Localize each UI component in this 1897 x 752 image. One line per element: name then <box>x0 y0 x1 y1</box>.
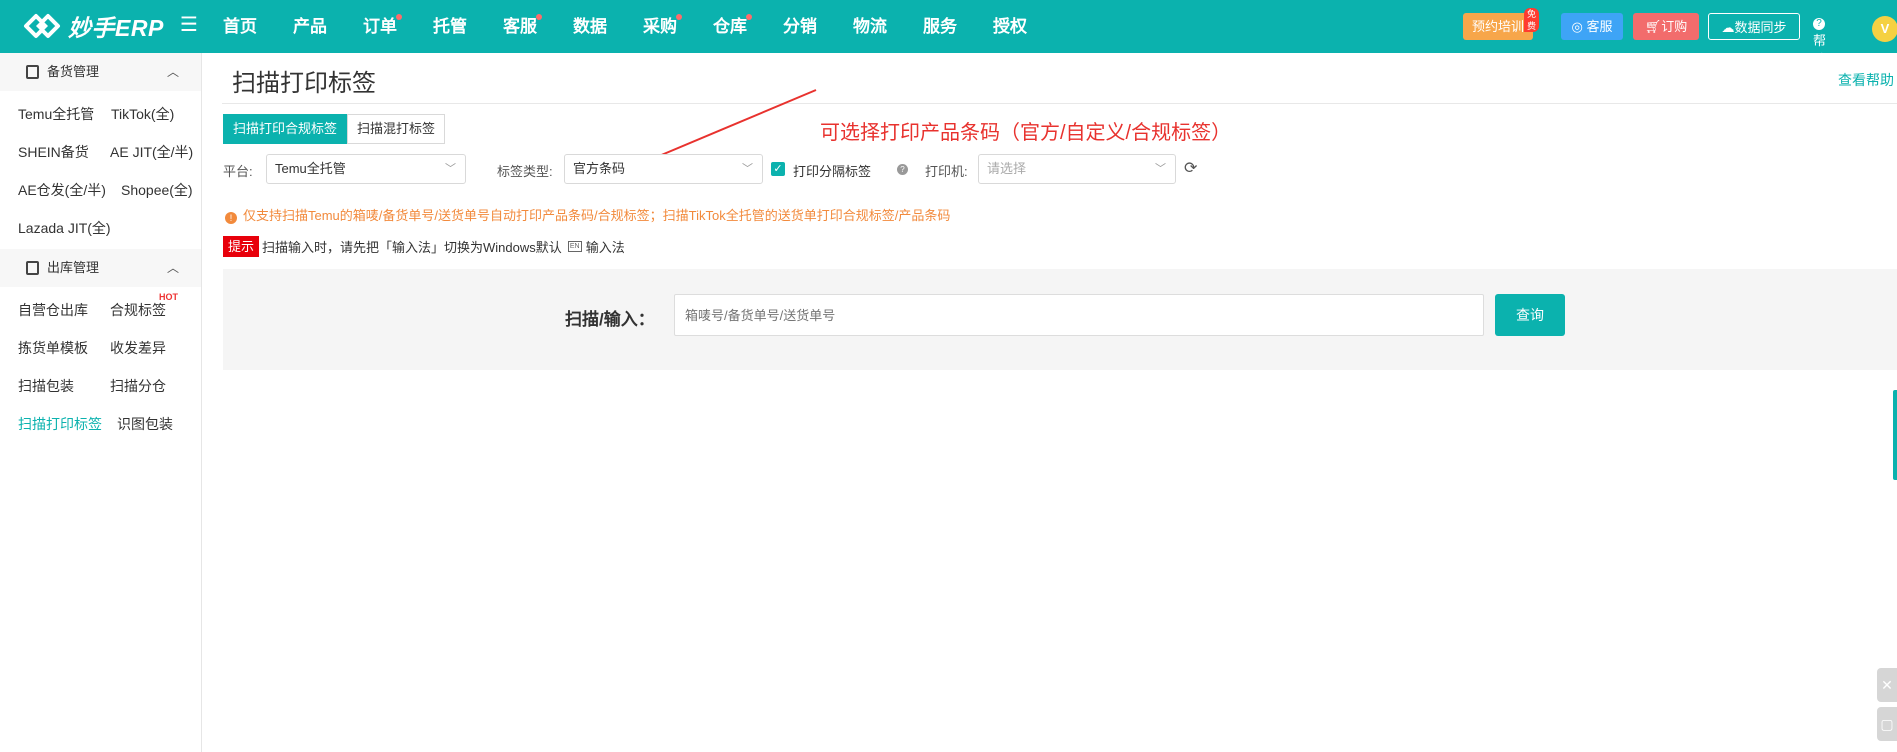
filter-bar: 平台: Temu全托管 ﹀ 标签类型: 官方条码 ﹀ ✓ 打印分隔标签 ? 打印… <box>223 154 1223 184</box>
chevron-down-icon: ﹀ <box>445 163 456 175</box>
nav-distribution[interactable]: 分销 <box>765 0 835 53</box>
nav-purchase[interactable]: 采购 <box>625 0 695 53</box>
printer-select[interactable]: 请选择 ﹀ <box>978 154 1176 184</box>
nav-hosting[interactable]: 托管 <box>415 0 485 53</box>
notification-dot <box>396 14 402 20</box>
window-icon[interactable]: ▢ <box>1877 707 1897 741</box>
tab-bar: 扫描打印合规标签 扫描混打标签 <box>223 114 446 144</box>
question-icon: ? <box>1813 18 1825 30</box>
print-separator-checkbox[interactable]: ✓ <box>771 162 785 176</box>
keyboard-icon: EN <box>567 241 582 252</box>
sidebar-item-scan-sort[interactable]: 扫描分仓 <box>110 376 166 396</box>
query-button[interactable]: 查询 <box>1495 294 1565 336</box>
scan-label: 扫描/输入： <box>565 310 655 329</box>
avatar[interactable]: V <box>1872 16 1897 42</box>
notification-dot <box>536 14 542 20</box>
sidebar-group-outbound[interactable]: 出库管理 ︿ <box>0 249 201 287</box>
logo-icon <box>24 14 60 38</box>
nav-order[interactable]: 订单 <box>345 0 415 53</box>
sidebar-item-lazada[interactable]: Lazada JIT(全) <box>18 218 111 238</box>
sidebar-item-picklist-template[interactable]: 拣货单模板 <box>18 338 88 358</box>
sidebar-item-ae-warehouse[interactable]: AE仓发(全/半) <box>18 180 106 200</box>
print-separator-label: 打印分隔标签 <box>793 164 872 179</box>
main-content: 扫描打印标签 查看帮助 扫描打印合规标签 扫描混打标签 可选择打印产品条码（官方… <box>202 53 1897 752</box>
sidebar-item-discrepancy[interactable]: 收发差异 <box>110 338 166 358</box>
service-button[interactable]: ◎ 客服 <box>1561 13 1623 40</box>
nav-home[interactable]: 首页 <box>205 0 275 53</box>
label-type-select[interactable]: 官方条码 ﹀ <box>564 154 763 184</box>
sidebar-item-temu[interactable]: Temu全托管 <box>18 104 94 124</box>
data-sync-button[interactable]: ☁数据同步 <box>1708 13 1800 40</box>
sidebar-item-image-pack[interactable]: 识图包装 <box>117 414 173 434</box>
subscribe-button[interactable]: 🛒︎订购 <box>1633 13 1699 40</box>
top-navbar: 妙手ERP ☰ 首页 产品 订单 托管 客服 数据 采购 仓库 分销 物流 服务… <box>0 0 1897 67</box>
tip-badge: 提示 <box>223 236 260 257</box>
warning-message: ! 仅支持扫描Temu的箱唛/备货单号/送货单号自动打印产品条码/合规标签；扫描T… <box>225 205 950 224</box>
hot-badge: HOT <box>159 292 178 302</box>
free-badge: 免费 <box>1524 8 1540 32</box>
platform-select[interactable]: Temu全托管 ﹀ <box>266 154 466 184</box>
side-drawer-handle[interactable] <box>1893 390 1897 480</box>
sidebar-item-shopee[interactable]: Shopee(全) <box>121 180 193 200</box>
tab-mixed-label[interactable]: 扫描混打标签 <box>347 114 446 144</box>
nav-warehouse[interactable]: 仓库 <box>695 0 765 53</box>
refresh-icon[interactable]: ⟳ <box>1184 158 1197 178</box>
nav-product[interactable]: 产品 <box>275 0 345 53</box>
nav-services[interactable]: 服务 <box>905 0 975 53</box>
label-type-label: 标签类型: <box>497 164 553 179</box>
platform-label: 平台: <box>223 164 253 179</box>
headset-icon: ◎ <box>1571 19 1583 34</box>
warning-icon: ! <box>225 212 237 224</box>
menu-toggle-icon[interactable]: ☰ <box>180 15 198 35</box>
sidebar-item-shein[interactable]: SHEIN备货 <box>18 142 89 162</box>
notification-dot <box>746 14 752 20</box>
cart-icon: 🛒︎ <box>1644 19 1662 34</box>
notification-dot <box>676 14 682 20</box>
book-training-button[interactable]: 预约培训 免费 <box>1463 8 1540 40</box>
chevron-down-icon: ﹀ <box>742 163 753 175</box>
chevron-down-icon: ﹀ <box>1155 163 1166 175</box>
tab-compliance-label[interactable]: 扫描打印合规标签 <box>223 114 348 144</box>
sidebar: 备货管理 ︿ Temu全托管 TikTok(全) SHEIN备货 AE JIT(… <box>0 53 202 752</box>
scan-input[interactable] <box>674 294 1484 336</box>
nav-authorization[interactable]: 授权 <box>975 0 1045 53</box>
nav-logistics[interactable]: 物流 <box>835 0 905 53</box>
sidebar-item-ae-jit[interactable]: AE JIT(全/半) <box>110 142 193 162</box>
tip-message: 提示 扫描输入时，请先把「输入法」切换为Windows默认 EN 输入法 <box>223 236 625 257</box>
view-help-link[interactable]: 查看帮助 <box>1838 70 1894 90</box>
sidebar-item-self-warehouse[interactable]: 自营仓出库 <box>18 300 88 320</box>
sidebar-item-scan-print-label[interactable]: 扫描打印标签 <box>18 414 102 434</box>
sidebar-item-tiktok[interactable]: TikTok(全) <box>111 104 174 124</box>
chevron-up-icon: ︿ <box>166 261 179 275</box>
nav-data[interactable]: 数据 <box>555 0 625 53</box>
printer-label: 打印机: <box>925 164 968 179</box>
sidebar-item-compliance-label[interactable]: 合规标签 HOT <box>110 292 178 320</box>
page-title: 扫描打印标签 <box>232 70 376 97</box>
close-icon[interactable]: ✕ <box>1877 668 1897 702</box>
document-icon <box>26 65 39 79</box>
chevron-up-icon: ︿ <box>166 65 179 79</box>
sidebar-group-stock[interactable]: 备货管理 ︿ <box>0 53 201 91</box>
annotation-text: 可选择打印产品条码（官方/自定义/合规标签） <box>820 122 1232 144</box>
cloud-icon: ☁ <box>1721 20 1735 35</box>
nav-customer-service[interactable]: 客服 <box>485 0 555 53</box>
divider <box>222 103 1897 104</box>
sidebar-item-scan-pack[interactable]: 扫描包装 <box>18 376 74 396</box>
document-icon <box>26 261 39 275</box>
logo[interactable]: 妙手ERP <box>22 8 164 44</box>
main-nav: 首页 产品 订单 托管 客服 数据 采购 仓库 分销 物流 服务 授权 <box>205 0 1045 53</box>
logo-text: 妙手ERP <box>68 15 164 41</box>
scan-panel: 扫描/输入： 查询 <box>223 269 1897 370</box>
help-icon[interactable]: ? <box>897 164 908 175</box>
